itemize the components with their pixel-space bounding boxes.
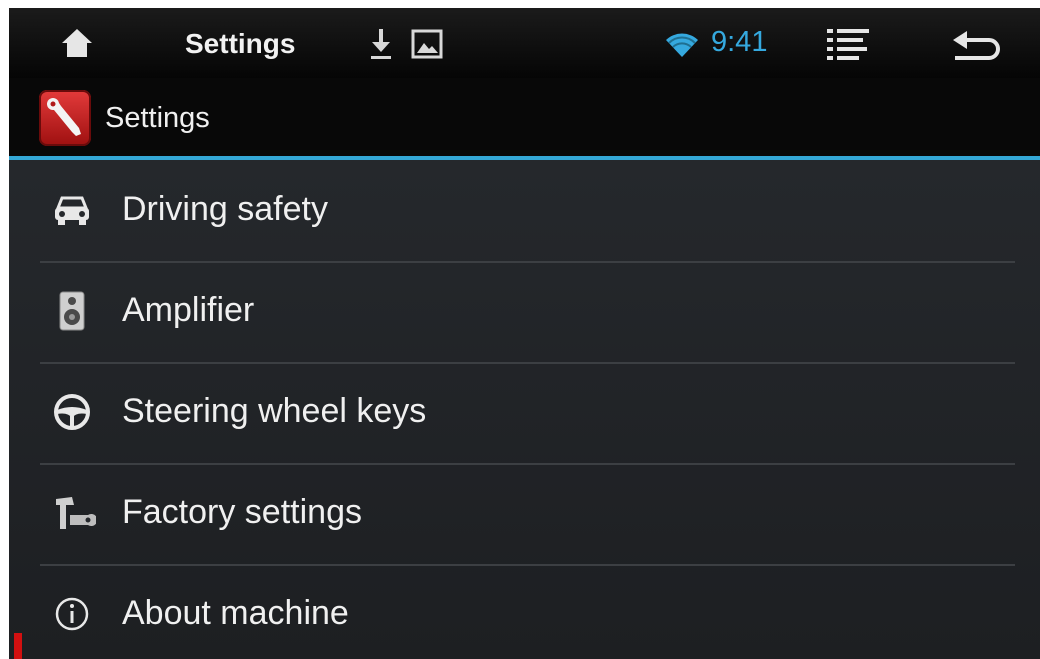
steering-wheel-icon <box>52 392 92 432</box>
settings-app-icon <box>39 90 91 146</box>
list-item-steering-wheel-keys[interactable]: Steering wheel keys <box>40 362 1015 465</box>
tools-icon <box>52 493 98 533</box>
download-icon <box>368 26 394 62</box>
head-unit-screen: Settings 9:41 Settings Driving safety Am… <box>9 8 1040 659</box>
app-title: Settings <box>105 102 210 134</box>
image-icon <box>410 28 444 60</box>
list-item-label: Driving safety <box>122 190 328 228</box>
list-item-label: Amplifier <box>122 291 255 329</box>
red-marker <box>14 633 22 659</box>
list-item-amplifier[interactable]: Amplifier <box>40 261 1015 364</box>
menu-list-icon[interactable] <box>823 24 873 64</box>
car-icon <box>52 190 92 230</box>
speaker-icon <box>52 291 92 331</box>
home-icon[interactable] <box>57 25 97 61</box>
list-item-label: Steering wheel keys <box>122 392 427 430</box>
settings-list: Driving safety Amplifier Steering wheel … <box>9 160 1040 659</box>
list-item-factory-settings[interactable]: Factory settings <box>40 463 1015 566</box>
status-bar: Settings 9:41 <box>9 8 1040 78</box>
list-item-about-machine[interactable]: About machine <box>40 564 1015 659</box>
wifi-icon <box>662 30 702 60</box>
list-item-driving-safety[interactable]: Driving safety <box>40 160 1015 263</box>
list-item-label: About machine <box>122 594 349 632</box>
info-icon <box>52 594 92 634</box>
app-title-bar: Settings <box>9 78 1040 160</box>
status-title: Settings <box>185 28 296 59</box>
list-item-label: Factory settings <box>122 493 362 531</box>
back-icon[interactable] <box>947 26 1005 62</box>
status-time: 9:41 <box>711 25 768 58</box>
